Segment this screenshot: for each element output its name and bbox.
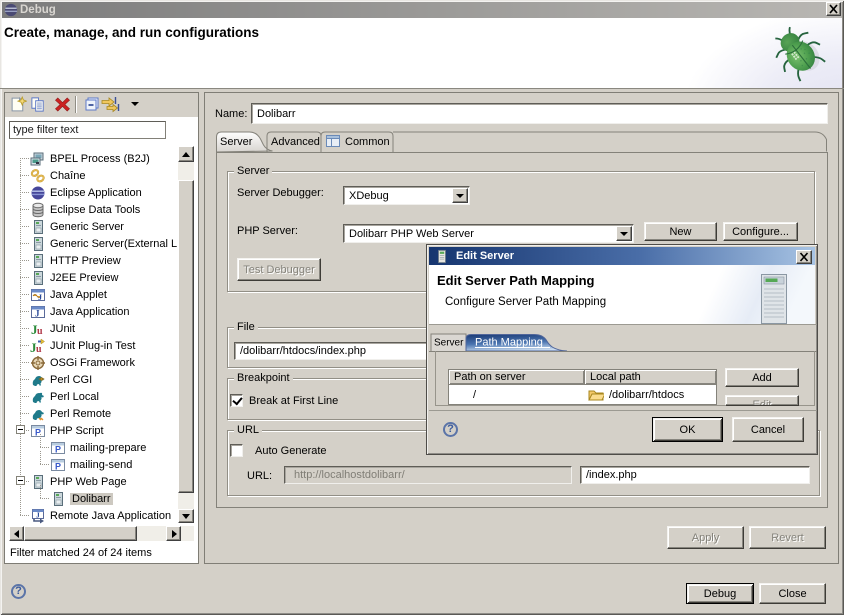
svg-text:Server: Server	[434, 338, 464, 349]
svg-text:Advanced: Advanced	[271, 136, 320, 148]
svg-text:J: J	[38, 293, 42, 302]
svg-text:u: u	[37, 326, 43, 337]
svg-text:Path Mapping: Path Mapping	[475, 337, 543, 349]
svg-text:P: P	[55, 461, 61, 471]
svg-text:Server: Server	[220, 136, 253, 148]
svg-text:u: u	[36, 344, 42, 354]
svg-text:J: J	[36, 510, 40, 519]
svg-text:P: P	[55, 444, 61, 454]
svg-text:J: J	[35, 308, 40, 318]
svg-text:Common: Common	[345, 136, 390, 148]
